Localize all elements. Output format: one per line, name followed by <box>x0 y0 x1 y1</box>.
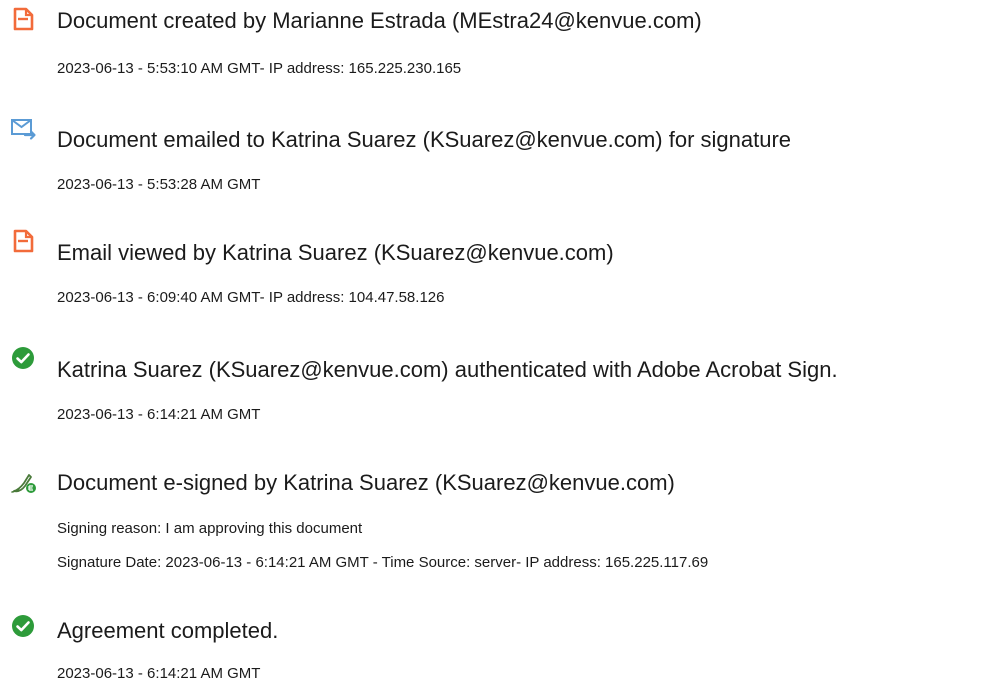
event-title: Document e-signed by Katrina Suarez (KSu… <box>57 470 675 495</box>
signature-date: Signature Date: 2023-06-13 - 6:14:21 AM … <box>57 554 709 571</box>
event-title: Agreement completed. <box>57 618 279 643</box>
event-title: Document emailed to Katrina Suarez (KSua… <box>57 127 792 152</box>
event-timestamp: 2023-06-13 - 6:14:21 AM GMT <box>57 406 261 423</box>
event-timestamp: 2023-06-13 - 6:09:40 AM GMT- IP address:… <box>57 289 445 306</box>
audit-event-authenticated: Katrina Suarez (KSuarez@kenvue.com) auth… <box>0 345 1005 425</box>
email-viewed-icon <box>10 228 36 254</box>
audit-event-document-emailed: Document emailed to Katrina Suarez (KSua… <box>0 110 1005 193</box>
signing-reason: Signing reason: I am approving this docu… <box>57 520 363 537</box>
audit-event-e-signed: Document e-signed by Katrina Suarez (KSu… <box>0 465 1005 575</box>
event-timestamp: 2023-06-13 - 5:53:28 AM GMT <box>57 176 261 193</box>
audit-event-agreement-completed: Agreement completed. 2023-06-13 - 6:14:2… <box>0 613 1005 683</box>
audit-event-email-viewed: Email viewed by Katrina Suarez (KSuarez@… <box>0 228 1005 308</box>
checkmark-circle-icon <box>10 613 36 639</box>
pen-signature-icon <box>10 469 36 495</box>
event-title: Email viewed by Katrina Suarez (KSuarez@… <box>57 240 614 265</box>
event-title: Document created by Marianne Estrada (ME… <box>57 8 702 33</box>
checkmark-circle-icon <box>10 345 36 371</box>
event-timestamp: 2023-06-13 - 5:53:10 AM GMT- IP address:… <box>57 60 462 77</box>
email-sent-icon <box>10 116 36 142</box>
audit-event-document-created: Document created by Marianne Estrada (ME… <box>0 0 1005 80</box>
event-timestamp: 2023-06-13 - 6:14:21 AM GMT <box>57 665 261 682</box>
event-title: Katrina Suarez (KSuarez@kenvue.com) auth… <box>57 357 838 382</box>
document-created-icon <box>10 6 36 32</box>
